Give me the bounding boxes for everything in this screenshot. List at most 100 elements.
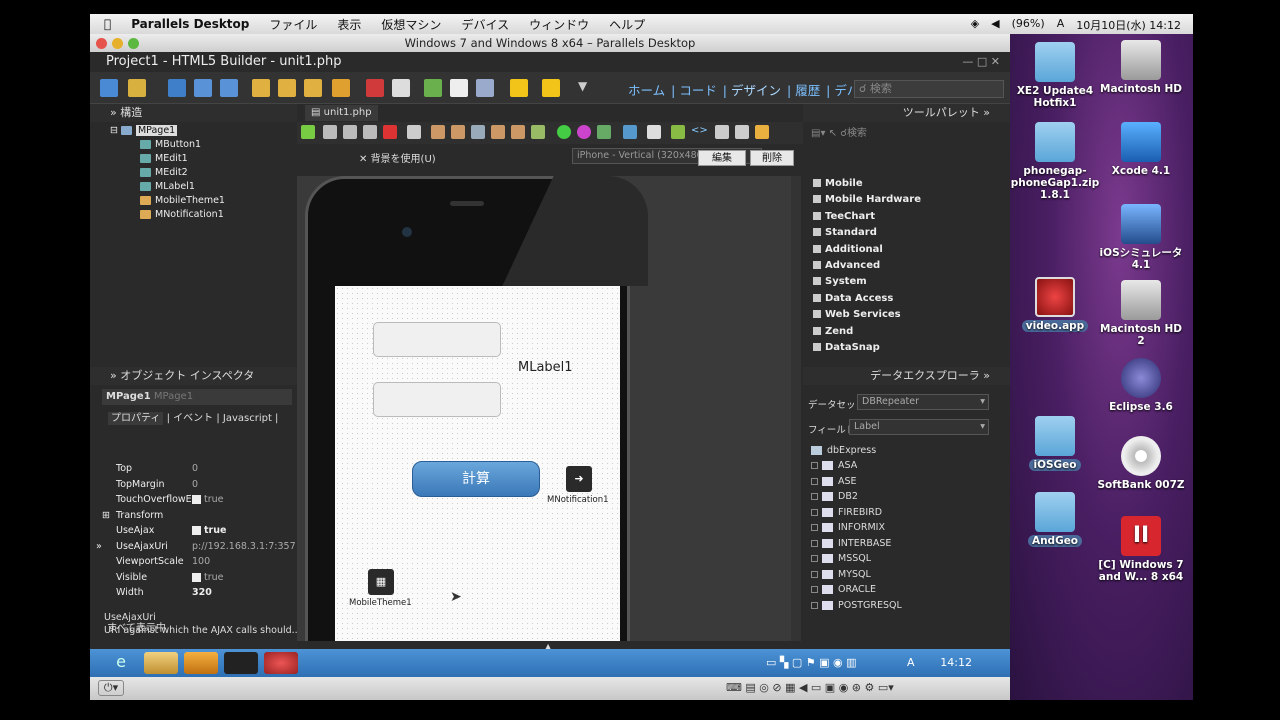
db-connection-item[interactable]: MYSQL	[811, 569, 871, 580]
property-value[interactable]: true	[192, 525, 226, 536]
delete-button[interactable]: 削除	[750, 150, 794, 166]
flip-vertical-icon[interactable]	[735, 125, 749, 139]
desktop-icon-eclipse[interactable]: Eclipse 3.6	[1096, 358, 1186, 413]
checkbox-icon[interactable]	[192, 572, 201, 582]
notification-icon[interactable]: ➜	[566, 466, 592, 492]
tree-item-mlabel1[interactable]: MLabel1	[140, 181, 195, 192]
expand-icon[interactable]	[813, 293, 821, 302]
view-icon[interactable]	[647, 125, 661, 139]
edit-button[interactable]: 編集	[698, 150, 746, 166]
find-icon[interactable]	[431, 125, 445, 139]
window-icon[interactable]	[476, 79, 494, 97]
expand-icon[interactable]	[813, 211, 821, 220]
menu-file[interactable]: ファイル	[269, 16, 317, 33]
palette-category[interactable]: Standard	[813, 227, 877, 238]
collapse-icon[interactable]: »	[110, 369, 120, 382]
expand-icon[interactable]	[811, 539, 818, 547]
collapse-icon[interactable]: ⊟	[110, 125, 121, 136]
checkbox-icon[interactable]	[192, 495, 201, 504]
component-add-icon[interactable]	[577, 125, 591, 139]
add-file-icon[interactable]	[424, 79, 442, 97]
cut-icon[interactable]	[323, 125, 337, 139]
device-status-icons[interactable]: ⌨ ▤ ◎ ⊘ ▦ ◀ ▭ ▣ ◉ ⊛ ⚙ ▭▾	[726, 681, 894, 694]
chevron-down-icon[interactable]: ▼	[578, 79, 596, 97]
save-as-icon[interactable]	[194, 79, 212, 97]
minimize-icon[interactable]	[112, 38, 123, 49]
design-canvas[interactable]: MLabel1 計算 ➜ MNotification1 ▦ MobileThem…	[297, 176, 797, 641]
zoom-icon[interactable]	[128, 38, 139, 49]
palette-category[interactable]: Mobile Hardware	[813, 194, 921, 205]
power-icon[interactable]: ⏻▾	[98, 680, 124, 696]
expand-icon[interactable]	[813, 261, 821, 269]
property-value[interactable]: 320	[192, 587, 212, 598]
pointer-icon[interactable]: ↖	[829, 128, 841, 139]
tab-events[interactable]: イベント	[173, 413, 213, 424]
mlabel1[interactable]: MLabel1	[518, 360, 573, 375]
tab-design[interactable]: デザイン	[731, 83, 781, 98]
palette-header[interactable]: ツールパレット »	[803, 104, 1010, 122]
ime-tray[interactable]: A	[907, 656, 915, 669]
tab-unit1[interactable]: ▤ unit1.php	[305, 105, 378, 121]
expand-icon[interactable]	[813, 310, 821, 319]
toggle-icon[interactable]	[671, 125, 685, 139]
expand-icon[interactable]	[811, 586, 818, 593]
expand-icon[interactable]	[811, 601, 818, 609]
close-icon[interactable]	[96, 38, 107, 49]
expand-icon[interactable]	[813, 277, 821, 286]
desktop-icon-softbank[interactable]: SoftBank 007Z	[1096, 436, 1186, 491]
expand-icon[interactable]	[813, 195, 821, 204]
explorer-header[interactable]: データエクスプローラ »	[803, 367, 1010, 385]
inspector-header[interactable]: » オブジェクト インスペクタ	[90, 367, 297, 385]
calc-button[interactable]: 計算	[412, 461, 540, 497]
object-selector[interactable]: MPage1 MPage1	[102, 389, 292, 405]
palette-category[interactable]: DataSnap	[813, 342, 880, 353]
binoculars-icon[interactable]	[451, 125, 465, 139]
find-next-icon[interactable]	[491, 125, 505, 139]
property-row[interactable]: Top 0	[102, 463, 292, 479]
use-background-checkbox[interactable]: ✕ 背景を使用(U)	[359, 150, 436, 165]
palette-category[interactable]: Mobile	[813, 178, 863, 189]
desktop-icon-ios-simulator[interactable]: iOSシミュレータ 4.1	[1096, 204, 1186, 271]
menu-help[interactable]: ヘルプ	[609, 16, 645, 33]
add-icon[interactable]	[557, 125, 571, 139]
db-connection-item[interactable]: POSTGRESQL	[811, 600, 902, 611]
select-icon[interactable]	[407, 125, 421, 139]
vm-window-titlebar[interactable]: Windows 7 and Windows 8 x64 – Parallels …	[90, 34, 1010, 52]
wifi-icon[interactable]: ◈	[971, 17, 979, 33]
media-player-icon[interactable]	[184, 652, 218, 674]
expand-icon[interactable]	[813, 343, 821, 351]
property-value[interactable]: true	[192, 494, 224, 505]
field-select[interactable]: Label ▾	[849, 419, 989, 435]
package-icon[interactable]	[332, 79, 350, 97]
search-input[interactable]: ☌ 検索	[854, 80, 1004, 98]
expand-icon[interactable]	[811, 508, 818, 516]
tree-item-mbutton1[interactable]: MButton1	[140, 139, 201, 150]
ide-titlebar[interactable]: Project1 - HTML5 Builder - unit1.php — □…	[90, 52, 1010, 72]
db-connection-item[interactable]: ASA	[811, 460, 857, 471]
dataset-select[interactable]: DBRepeater ▾	[857, 394, 989, 410]
expand-icon[interactable]	[811, 477, 818, 485]
db-connection-item[interactable]: DB2	[811, 491, 858, 502]
medit1[interactable]	[373, 322, 501, 357]
debug-run-icon[interactable]	[542, 79, 560, 97]
find-prev-icon[interactable]	[511, 125, 525, 139]
property-value[interactable]: 0	[192, 479, 198, 490]
mpage1-screen[interactable]: MLabel1 計算 ➜ MNotification1 ▦ MobileThem…	[335, 286, 620, 641]
palette-category[interactable]: Zend	[813, 326, 853, 337]
theme-icon[interactable]: ▦	[368, 569, 394, 595]
window-controls[interactable]: — □ ✕	[962, 52, 1000, 72]
menu-view[interactable]: 表示	[337, 16, 361, 33]
save-all-icon[interactable]	[220, 79, 238, 97]
palette-category[interactable]: Data Access	[813, 293, 893, 304]
dbexpress-root[interactable]: dbExpress	[811, 445, 876, 456]
tree-item-mobiletheme1[interactable]: MobileTheme1	[140, 195, 225, 206]
tab-history[interactable]: 履歴	[795, 83, 820, 98]
desktop-icon-iosgeo[interactable]: iOSGeo	[1010, 416, 1100, 471]
expand-icon[interactable]	[811, 555, 818, 562]
add-folder-icon[interactable]	[304, 79, 322, 97]
save-icon[interactable]	[168, 79, 186, 97]
expand-icon[interactable]	[811, 493, 818, 500]
lock-icon[interactable]	[755, 125, 769, 139]
tree-item-mnotification1[interactable]: MNotification1	[140, 209, 224, 220]
expand-icon[interactable]	[813, 179, 821, 187]
